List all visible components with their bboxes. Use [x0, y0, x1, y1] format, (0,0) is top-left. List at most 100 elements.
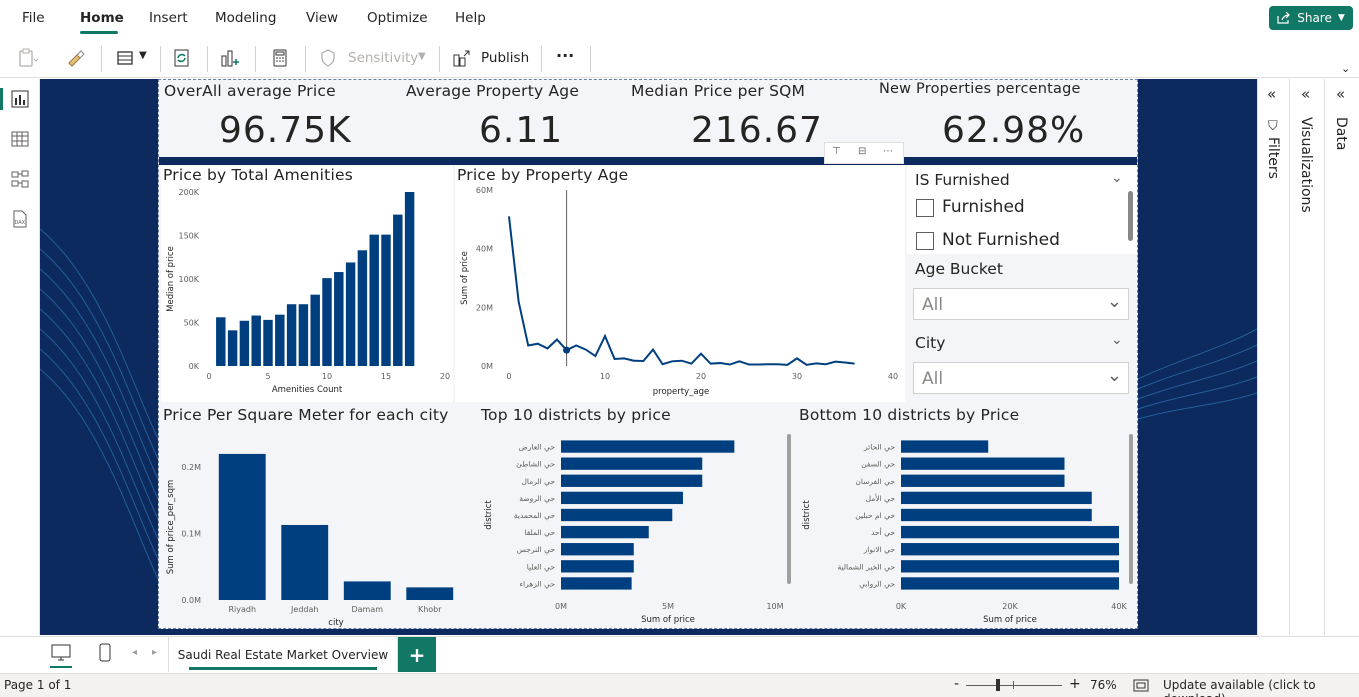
zoom-slider-track[interactable] — [966, 685, 1062, 686]
x-tick-label: 5 — [265, 372, 270, 381]
scroll-right-icon[interactable]: ▸ — [152, 647, 157, 658]
y-tick-label: حي الروابي — [859, 579, 895, 588]
bar — [322, 278, 332, 366]
section-divider — [159, 157, 1137, 165]
y-tick-label: حي المحمدية — [514, 511, 556, 520]
bar — [281, 524, 329, 600]
focus-mode-icon[interactable]: ⋯ — [883, 146, 893, 157]
menu-view[interactable]: View — [306, 10, 338, 26]
zoom-slider-thumb[interactable] — [996, 679, 1000, 691]
power-bi-window: File Home Insert Modeling View Optimize … — [0, 0, 1359, 697]
toolbar-divider — [305, 46, 306, 72]
furnished-checkbox[interactable] — [916, 199, 934, 217]
calculator-icon[interactable] — [268, 46, 292, 70]
bar — [310, 294, 320, 366]
chart-top-districts[interactable]: Top 10 districts by price حي العارض حي ال… — [479, 404, 795, 628]
bar — [901, 440, 989, 453]
zoom-in-button[interactable]: + — [1069, 676, 1081, 692]
active-layout-indicator — [50, 666, 72, 668]
x-tick-label: 10M — [766, 602, 783, 611]
page-tab-overview[interactable]: Saudi Real Estate Market Overview — [168, 637, 398, 672]
visualizations-pane[interactable]: « Visualizations — [1289, 79, 1324, 635]
fit-to-page-icon[interactable] — [1133, 679, 1149, 692]
x-axis-label: Amenities Count — [272, 385, 343, 395]
publish-button[interactable]: Publish — [481, 50, 529, 66]
refresh-icon[interactable] — [170, 46, 194, 70]
slicer-scrollbar[interactable] — [1128, 191, 1133, 241]
menu-help[interactable]: Help — [455, 10, 486, 26]
get-data-icon[interactable] — [114, 46, 138, 70]
share-button[interactable]: Share ▼ — [1269, 6, 1353, 30]
menu-insert[interactable]: Insert — [149, 10, 188, 26]
bar — [561, 457, 703, 470]
paste-icon[interactable] — [16, 46, 40, 70]
zoom-tick — [1013, 681, 1014, 689]
y-tick-label: حي الرمال — [521, 477, 555, 486]
x-tick-label: 10 — [600, 372, 610, 381]
kpi-value: 6.11 — [479, 110, 564, 151]
new-visual-icon[interactable] — [218, 46, 242, 70]
more-options-button[interactable]: ··· — [556, 46, 574, 65]
slicer-title: IS Furnished — [915, 171, 1010, 189]
kpi-title: Average Property Age — [406, 82, 580, 100]
table-view-icon[interactable] — [10, 129, 30, 149]
slicer-age-bucket[interactable]: Age Bucket All ⌄ — [907, 256, 1137, 328]
toolbar-divider — [439, 46, 440, 72]
menu-file[interactable]: File — [22, 10, 45, 26]
expand-chevron-icon[interactable]: « — [1301, 85, 1310, 103]
visual-header-toolbar[interactable]: ⊤ ⊟ ⋯ — [824, 142, 904, 164]
chart-price-per-sqm-city[interactable]: Price Per Square Meter for each city 0.0… — [161, 404, 477, 628]
pin-icon[interactable]: ⊤ — [832, 146, 841, 157]
collapse-ribbon-icon[interactable]: ⌄ — [1341, 62, 1350, 75]
filters-label: Filters — [1265, 137, 1281, 179]
chart-price-by-amenities[interactable]: Price by Total Amenities 0K 50K 100K 150K 20… — [161, 166, 453, 402]
y-tick-label: حي الروضة — [519, 494, 555, 503]
menu-modeling[interactable]: Modeling — [215, 10, 276, 26]
chart-price-by-age[interactable]: Price by Property Age 0M 20M 40M 60M 0 10 20 30… — [455, 166, 905, 402]
mobile-layout-icon[interactable] — [98, 642, 112, 664]
chevron-down-icon[interactable]: ⌄ — [1111, 332, 1123, 348]
menu-optimize[interactable]: Optimize — [367, 10, 428, 26]
x-tick-label: 0K — [896, 602, 907, 611]
chevron-down-icon: ▼ — [418, 51, 426, 62]
x-tick-label: 20K — [1002, 602, 1018, 611]
age-bucket-dropdown[interactable]: All ⌄ — [913, 288, 1129, 320]
menu-home[interactable]: Home — [80, 10, 124, 26]
expand-chevron-icon[interactable]: « — [1336, 85, 1345, 103]
city-dropdown[interactable]: All ⌄ — [913, 362, 1129, 394]
menu-bar: File Home Insert Modeling View Optimize … — [0, 0, 1359, 36]
not-furnished-checkbox[interactable] — [916, 232, 934, 250]
dax-query-view-icon[interactable]: DAX — [10, 209, 30, 229]
not-furnished-option[interactable]: Not Furnished — [942, 230, 1060, 250]
chart-bottom-districts[interactable]: Bottom 10 districts by Price حي الحائر حي… — [797, 404, 1137, 628]
filters-pane[interactable]: « ⛉ Filters — [1257, 79, 1289, 635]
add-page-button[interactable]: + — [398, 637, 436, 672]
expand-chevron-icon[interactable]: « — [1267, 85, 1276, 103]
scroll-left-icon[interactable]: ◂ — [132, 647, 137, 658]
data-pane[interactable]: « Data — [1324, 79, 1359, 635]
format-painter-icon[interactable] — [64, 46, 88, 70]
slicer-is-furnished[interactable]: IS Furnished ⌄ Furnished Not Furnished — [907, 166, 1137, 254]
chart-scrollbar — [787, 434, 791, 584]
bar — [561, 508, 673, 522]
kpi-title: Median Price per SQM — [631, 82, 806, 100]
update-notice[interactable]: Update available (click to download) — [1163, 678, 1359, 697]
x-tick-label: 40K — [1111, 602, 1127, 611]
furnished-option[interactable]: Furnished — [942, 197, 1025, 217]
chevron-down-icon[interactable]: ⌄ — [1111, 170, 1123, 186]
y-tick-label: حي الفرسان — [855, 477, 895, 486]
x-axis-label: Sum of price — [983, 615, 1037, 625]
publish-icon[interactable] — [450, 46, 474, 70]
desktop-layout-icon[interactable] — [50, 643, 72, 663]
x-tick-label: 20 — [440, 372, 450, 381]
filter-visual-icon[interactable]: ⊟ — [858, 146, 866, 157]
chevron-down-icon[interactable]: ▼ — [139, 50, 147, 61]
y-tick-label: حي العليا — [527, 562, 556, 571]
slicer-city[interactable]: City ⌄ All ⌄ — [907, 330, 1137, 402]
share-label: Share — [1297, 11, 1332, 25]
model-view-icon[interactable] — [10, 169, 30, 189]
highlight-point — [563, 346, 571, 354]
zoom-out-button[interactable]: - — [954, 676, 959, 692]
page-indicator: Page 1 of 1 — [4, 678, 72, 692]
report-view-icon[interactable] — [10, 89, 30, 109]
